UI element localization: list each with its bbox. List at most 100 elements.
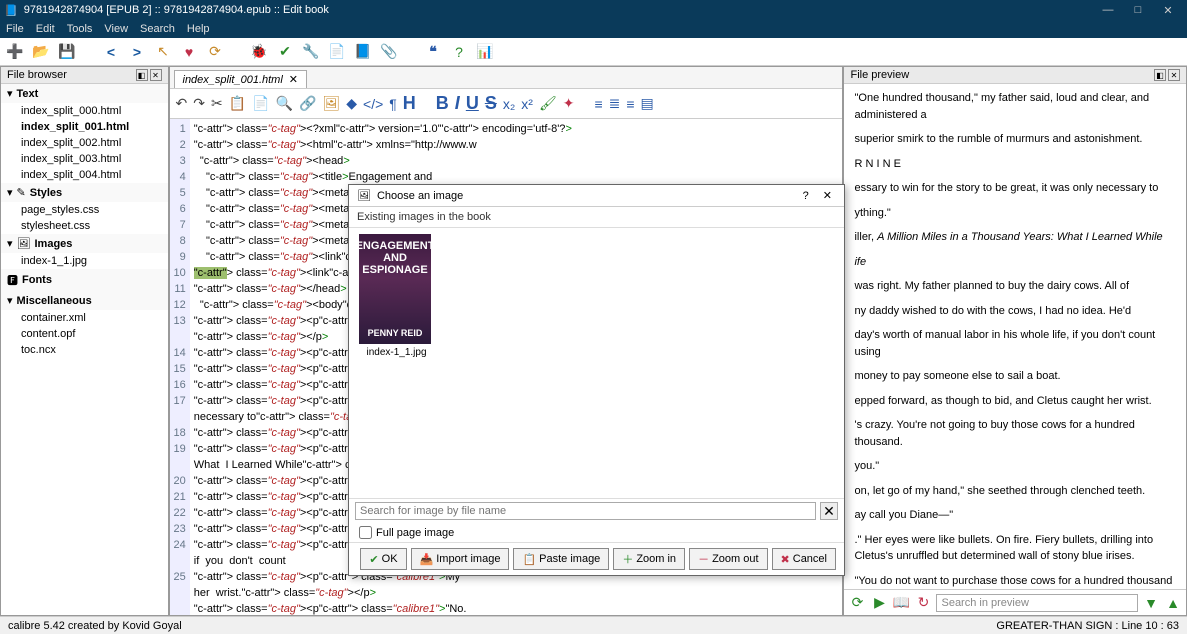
open-icon[interactable]: 📂 bbox=[32, 43, 50, 61]
play-icon[interactable]: ▶ bbox=[870, 594, 888, 612]
image-search-input[interactable] bbox=[355, 502, 816, 520]
align-justify-icon[interactable]: ▤ bbox=[641, 95, 654, 112]
refresh-icon[interactable]: ⟳ bbox=[206, 43, 224, 61]
doc-icon[interactable]: 📄 bbox=[328, 43, 346, 61]
copy-icon[interactable]: 📋 bbox=[229, 95, 246, 112]
superscript-icon[interactable]: x² bbox=[521, 96, 533, 112]
heart-icon[interactable]: ♥ bbox=[180, 43, 198, 61]
clip-icon[interactable]: 📎 bbox=[380, 43, 398, 61]
cut-icon[interactable]: ✂ bbox=[211, 95, 223, 112]
tool-icon[interactable]: 🔧 bbox=[302, 43, 320, 61]
file-item[interactable]: page_styles.css bbox=[1, 202, 168, 218]
reload-icon[interactable]: ⟳ bbox=[848, 594, 866, 612]
maximize-button[interactable]: □ bbox=[1123, 4, 1153, 16]
subscript-icon[interactable]: x₂ bbox=[503, 96, 515, 112]
file-item[interactable]: index_split_001.html bbox=[1, 119, 168, 135]
up-arrow-icon[interactable]: ▲ bbox=[1164, 594, 1182, 612]
align-left-icon[interactable]: ≡ bbox=[594, 96, 602, 112]
preview-title: File preview bbox=[850, 69, 909, 81]
close-button[interactable]: ✕ bbox=[1153, 4, 1183, 17]
menu-file[interactable]: File bbox=[6, 23, 24, 35]
file-item[interactable]: container.xml bbox=[1, 310, 168, 326]
ok-button[interactable]: ✔OK bbox=[360, 548, 406, 570]
menu-search[interactable]: Search bbox=[140, 23, 175, 35]
save-icon[interactable]: 💾 bbox=[58, 43, 76, 61]
menu-help[interactable]: Help bbox=[187, 23, 210, 35]
chart-icon[interactable]: 📊 bbox=[476, 43, 494, 61]
pv-float-icon[interactable]: ◧ bbox=[1154, 69, 1166, 81]
help-icon[interactable]: ? bbox=[450, 43, 468, 61]
pv-close-icon[interactable]: ✕ bbox=[1168, 69, 1180, 81]
menu-edit[interactable]: Edit bbox=[36, 23, 55, 35]
file-item[interactable]: index-1_1.jpg bbox=[1, 253, 168, 269]
clear-search-icon[interactable]: ✕ bbox=[820, 502, 838, 520]
file-item[interactable]: index_split_000.html bbox=[1, 103, 168, 119]
forward-icon[interactable]: > bbox=[128, 43, 146, 61]
quote-icon[interactable]: ❝ bbox=[424, 43, 442, 61]
file-browser-title: File browser bbox=[7, 69, 67, 81]
search-icon[interactable]: 🔍 bbox=[276, 95, 293, 112]
import-image-button[interactable]: 📥Import image bbox=[411, 548, 510, 570]
code-icon[interactable]: </> bbox=[363, 96, 383, 112]
refresh2-icon[interactable]: ↻ bbox=[914, 594, 932, 612]
menu-view[interactable]: View bbox=[104, 23, 128, 35]
minimize-button[interactable]: — bbox=[1093, 4, 1123, 16]
heading-icon[interactable]: H bbox=[403, 93, 416, 114]
collapse-icon[interactable]: ▾ bbox=[7, 237, 13, 250]
dialog-close-icon[interactable]: ✕ bbox=[819, 189, 836, 202]
new-file-icon[interactable]: ➕ bbox=[6, 43, 24, 61]
para-icon[interactable]: ¶ bbox=[389, 96, 397, 112]
image-icon[interactable]: 🖼 bbox=[322, 95, 340, 112]
collapse-icon[interactable]: ▾ bbox=[7, 186, 13, 199]
underline-icon[interactable]: U bbox=[466, 93, 479, 114]
menu-tools[interactable]: Tools bbox=[67, 23, 93, 35]
align-center-icon[interactable]: ≣ bbox=[609, 95, 621, 112]
brush-icon[interactable]: 🖌 bbox=[539, 95, 557, 112]
wand-icon[interactable]: ✦ bbox=[563, 95, 575, 112]
image-thumbnail[interactable]: ENGAGEMENT AND ESPIONAGE PENNY REID inde… bbox=[359, 234, 434, 358]
collapse-icon[interactable]: ▾ bbox=[7, 294, 13, 307]
collapse-icon[interactable]: ▾ bbox=[7, 87, 13, 100]
statusbar: calibre 5.42 created by Kovid Goyal GREA… bbox=[0, 616, 1187, 634]
editor-tab[interactable]: index_split_001.html ✕ bbox=[174, 70, 308, 88]
file-item[interactable]: content.opf bbox=[1, 326, 168, 342]
color-icon[interactable]: ◆ bbox=[346, 95, 357, 112]
file-item[interactable]: index_split_004.html bbox=[1, 167, 168, 183]
fb-float-icon[interactable]: ◧ bbox=[136, 69, 148, 81]
cancel-button[interactable]: ✖Cancel bbox=[772, 548, 836, 570]
preview-panel: File preview ◧✕ "One hundred thousand," … bbox=[843, 66, 1187, 616]
bug-icon[interactable]: 🐞 bbox=[250, 43, 268, 61]
main-toolbar: ➕ 📂 💾 < > ↖ ♥ ⟳ 🐞 ✔ 🔧 📄 📘 📎 ❝ ? 📊 bbox=[0, 38, 1187, 66]
paste-icon[interactable]: 📄 bbox=[252, 95, 269, 112]
preview-search-input[interactable]: Search in preview bbox=[936, 594, 1138, 612]
app-icon: 📘 bbox=[4, 4, 18, 17]
back-icon[interactable]: < bbox=[102, 43, 120, 61]
zoom-in-button[interactable]: ＋Zoom in bbox=[613, 548, 685, 570]
fb-close-icon[interactable]: ✕ bbox=[150, 69, 162, 81]
file-item[interactable]: index_split_002.html bbox=[1, 135, 168, 151]
strike-icon[interactable]: S bbox=[485, 93, 497, 114]
undo-icon[interactable]: ↶ bbox=[176, 95, 188, 112]
full-page-checkbox[interactable] bbox=[359, 526, 372, 539]
file-item[interactable]: toc.ncx bbox=[1, 342, 168, 358]
word-icon[interactable]: 📘 bbox=[354, 43, 372, 61]
dialog-help-icon[interactable]: ? bbox=[799, 190, 813, 202]
check-icon[interactable]: ✔ bbox=[276, 43, 294, 61]
dialog-title: Choose an image bbox=[377, 190, 463, 202]
preview-content: "One hundred thousand," my father said, … bbox=[844, 84, 1186, 589]
editor-toolbar: ↶ ↷ ✂ 📋 📄 🔍 🔗 🖼 ◆ </> ¶ H B I U S x₂ x² … bbox=[170, 89, 843, 119]
redo-icon[interactable]: ↷ bbox=[193, 95, 205, 112]
link-icon[interactable]: 🔗 bbox=[299, 95, 316, 112]
align-right-icon[interactable]: ≡ bbox=[626, 96, 634, 112]
up-icon[interactable]: ↖ bbox=[154, 43, 172, 61]
tab-close-icon[interactable]: ✕ bbox=[289, 73, 298, 86]
file-item[interactable]: stylesheet.css bbox=[1, 218, 168, 234]
down-icon[interactable]: ▼ bbox=[1142, 594, 1160, 612]
bold-icon[interactable]: B bbox=[436, 93, 449, 114]
paste-image-button[interactable]: 📋Paste image bbox=[513, 548, 609, 570]
italic-icon[interactable]: I bbox=[455, 93, 460, 114]
file-item[interactable]: index_split_003.html bbox=[1, 151, 168, 167]
titlebar: 📘 9781942874904 [EPUB 2] :: 978194287490… bbox=[0, 0, 1187, 20]
zoom-out-button[interactable]: －Zoom out bbox=[689, 548, 767, 570]
book-icon[interactable]: 📖 bbox=[892, 594, 910, 612]
